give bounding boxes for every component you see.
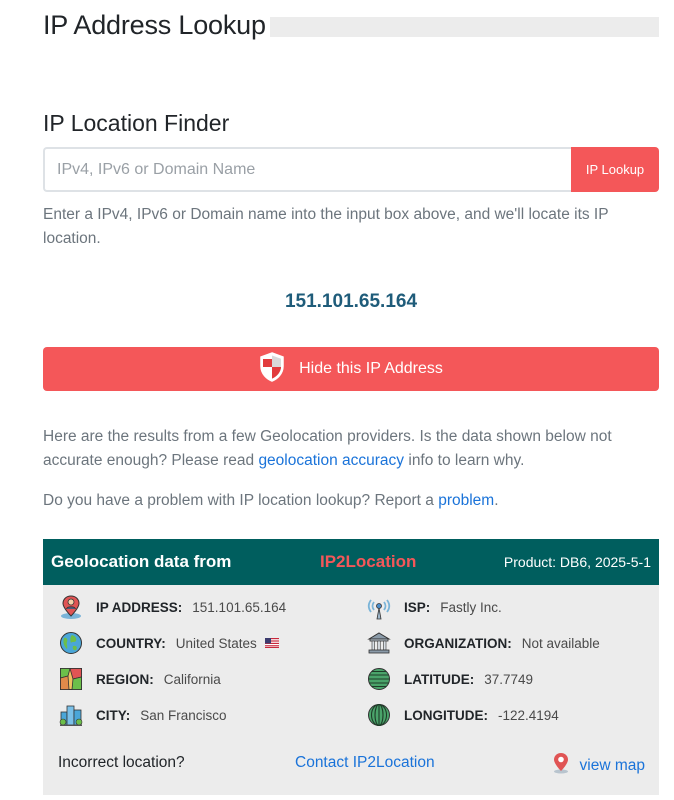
field-country: COUNTRY: United States xyxy=(58,630,279,656)
report-problem-link[interactable]: problem xyxy=(438,492,494,509)
building-icon xyxy=(366,630,392,656)
city-value: San Francisco xyxy=(140,707,227,723)
incorrect-location-label: Incorrect location? xyxy=(58,754,185,771)
field-latitude: LATITUDE: 37.7749 xyxy=(366,666,533,692)
city-icon xyxy=(58,702,84,728)
region-map-icon xyxy=(58,666,84,692)
title-decoration-bar xyxy=(270,17,659,37)
problem-note: Do you have a problem with IP location l… xyxy=(43,492,499,509)
ip-lookup-input[interactable] xyxy=(43,147,571,192)
section-title: IP Location Finder xyxy=(43,110,230,136)
results-note: Here are the results from a few Geolocat… xyxy=(43,428,612,469)
geolocation-card-footer: Incorrect location? Contact IP2Location … xyxy=(43,752,659,776)
longitude-globe-icon xyxy=(366,702,392,728)
country-value: United States xyxy=(175,635,257,651)
field-ip-address: IP ADDRESS: 151.101.65.164 xyxy=(58,594,286,620)
geolocation-accuracy-link[interactable]: geolocation accuracy xyxy=(258,452,404,469)
view-map-link[interactable]: view map xyxy=(552,752,645,779)
current-ip-address: 151.101.65.164 xyxy=(284,291,418,312)
map-marker-icon xyxy=(552,752,570,779)
contact-provider-link[interactable]: Contact IP2Location xyxy=(295,754,435,772)
geolocation-product-info: Product: DB6, 2025-5-1 xyxy=(503,554,651,570)
field-isp: ISP: Fastly Inc. xyxy=(366,594,502,620)
page-title: IP Address Lookup xyxy=(43,10,266,40)
ip-address-value: 151.101.65.164 xyxy=(192,599,287,615)
latitude-value: 37.7749 xyxy=(484,671,534,687)
longitude-value: -122.4194 xyxy=(498,707,559,723)
isp-value: Fastly Inc. xyxy=(440,599,502,615)
us-flag-icon xyxy=(264,638,279,648)
lookup-form: IP Lookup xyxy=(43,147,659,192)
geolocation-header-label: Geolocation data from xyxy=(51,552,232,571)
lookup-help-text: Enter a IPv4, IPv6 or Domain name into t… xyxy=(43,206,609,247)
antenna-icon xyxy=(366,594,392,620)
shield-icon xyxy=(259,351,285,387)
geolocation-card: Geolocation data from IP2Location Produc… xyxy=(43,539,659,795)
hide-ip-button[interactable]: Hide this IP Address xyxy=(43,347,659,391)
field-region: REGION: California xyxy=(58,666,221,692)
globe-icon xyxy=(58,630,84,656)
region-value: California xyxy=(163,671,221,687)
map-pin-person-icon xyxy=(58,594,84,620)
geolocation-card-header: Geolocation data from IP2Location Produc… xyxy=(43,539,659,585)
organization-value: Not available xyxy=(521,635,600,651)
geolocation-provider-name: IP2Location xyxy=(320,552,417,571)
hide-ip-label: Hide this IP Address xyxy=(299,360,443,377)
field-longitude: LONGITUDE: -122.4194 xyxy=(366,702,559,728)
ip-lookup-button[interactable]: IP Lookup xyxy=(571,147,659,192)
field-city: CITY: San Francisco xyxy=(58,702,227,728)
field-organization: ORGANIZATION: Not available xyxy=(366,630,600,656)
latitude-globe-icon xyxy=(366,666,392,692)
